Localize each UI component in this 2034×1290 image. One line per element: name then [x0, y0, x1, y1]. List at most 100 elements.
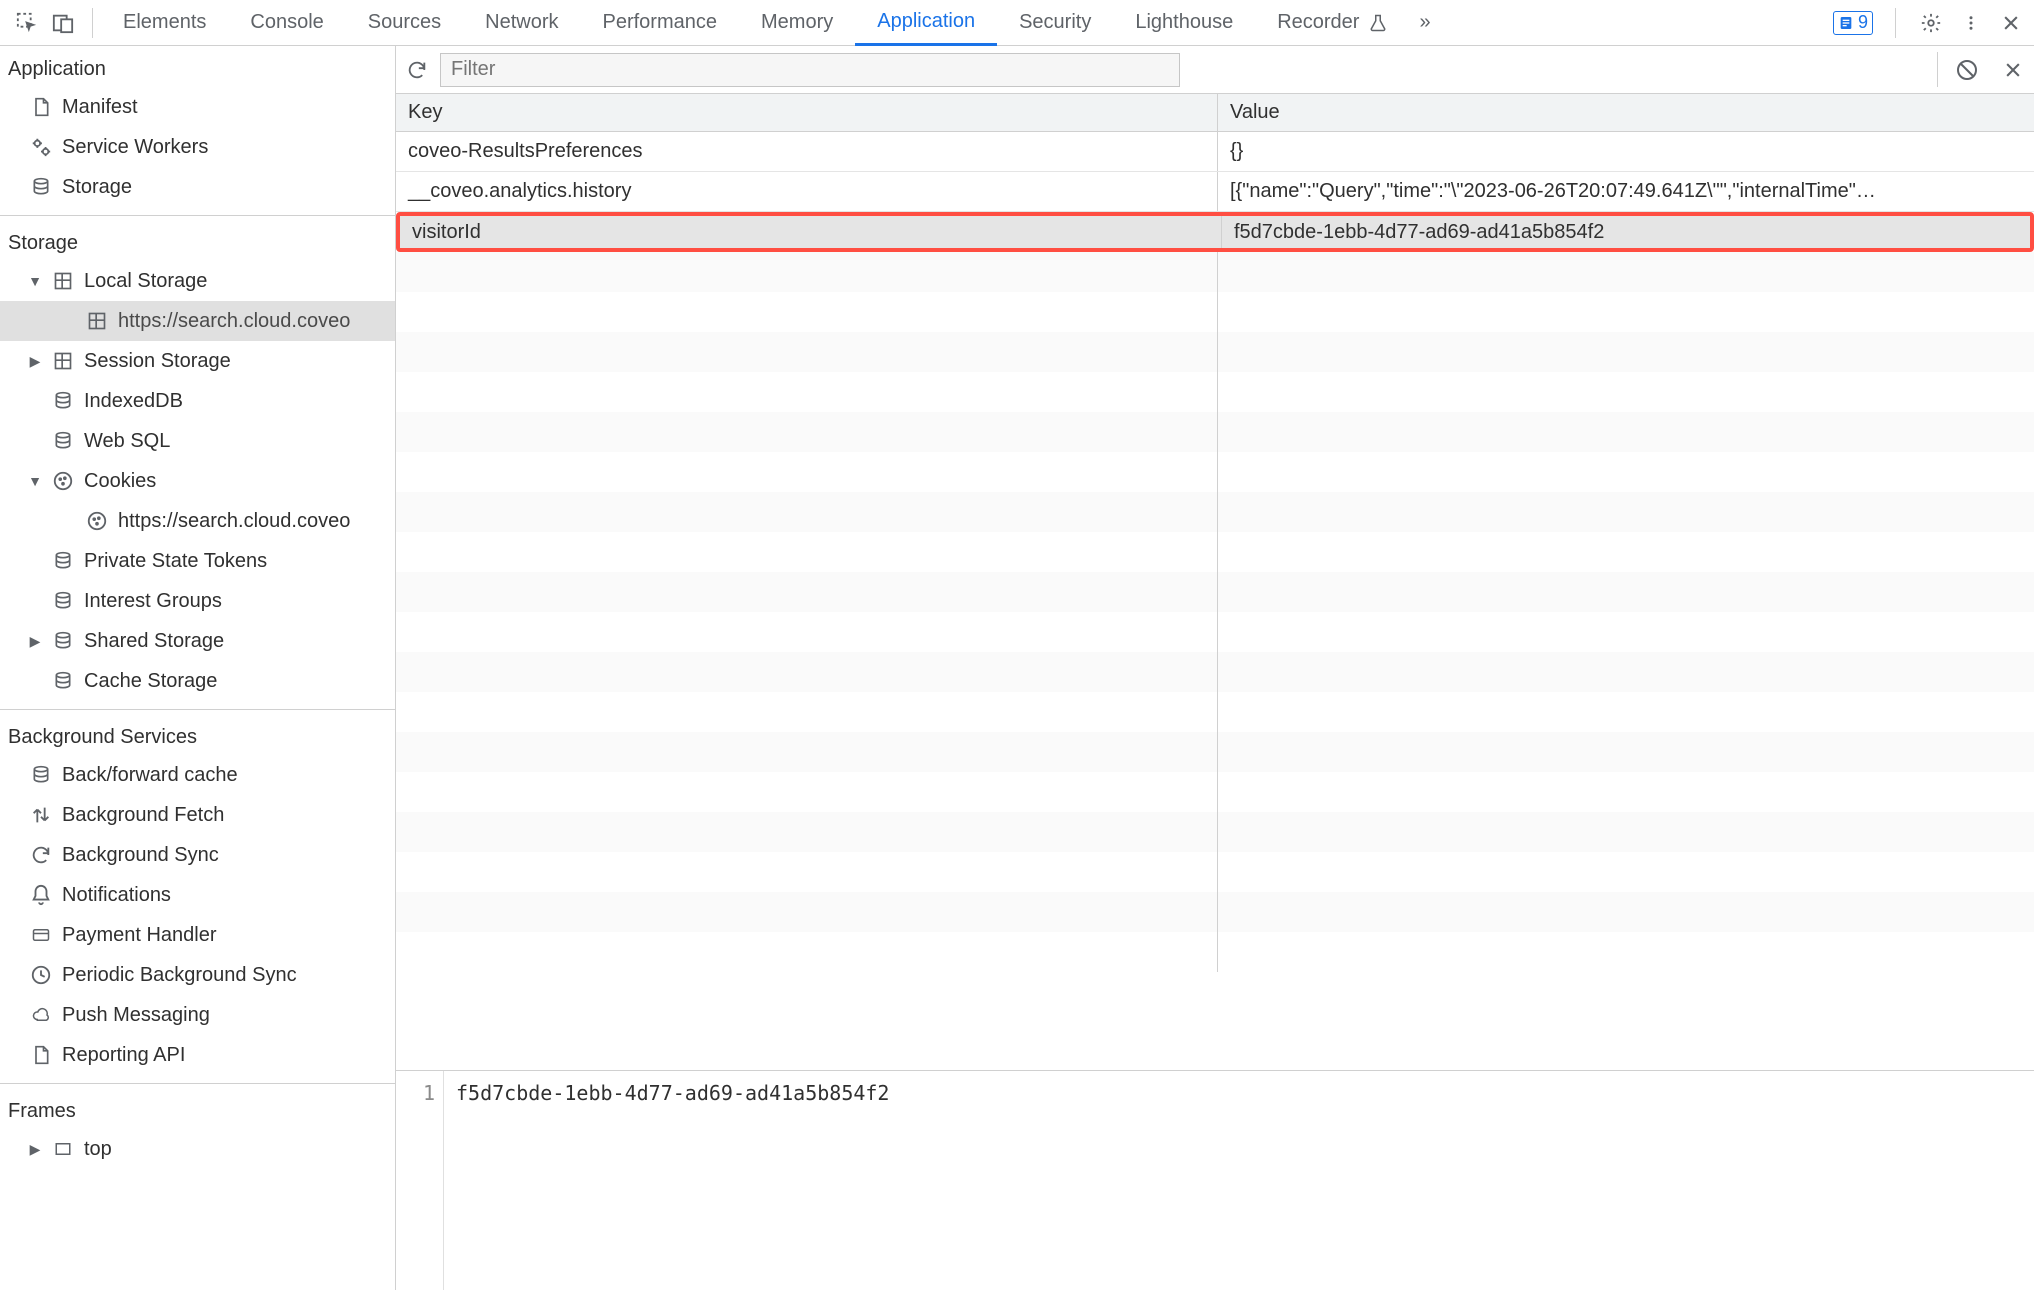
cell-key[interactable]: __coveo.analytics.history	[396, 172, 1218, 211]
document-icon	[28, 1042, 54, 1068]
cell-value[interactable]: f5d7cbde-1ebb-4d77-ad69-ad41a5b854f2	[1222, 216, 2030, 248]
arrows-updown-icon	[28, 802, 54, 828]
tab-lighthouse[interactable]: Lighthouse	[1113, 0, 1255, 45]
section-title-frames: Frames	[0, 1092, 395, 1129]
cell-value[interactable]: [{"name":"Query","time":"\"2023-06-26T20…	[1218, 172, 2034, 211]
tab-sources[interactable]: Sources	[346, 0, 463, 45]
value-preview-content[interactable]: f5d7cbde-1ebb-4d77-ad69-ad41a5b854f2	[444, 1071, 901, 1290]
tab-security[interactable]: Security	[997, 0, 1113, 45]
divider	[0, 1083, 395, 1084]
sidebar-item-push-messaging[interactable]: Push Messaging	[0, 995, 395, 1035]
cookie-icon	[84, 508, 110, 534]
chevron-right-icon[interactable]: ▶	[28, 353, 42, 370]
sidebar-item-indexeddb[interactable]: IndexedDB	[0, 381, 395, 421]
tab-recorder[interactable]: Recorder	[1255, 0, 1413, 45]
devtools-toolbar: Elements Console Sources Network Perform…	[0, 0, 2034, 46]
database-icon	[50, 428, 76, 454]
table-header: Key Value	[396, 94, 2034, 132]
close-icon[interactable]	[1998, 10, 2024, 36]
kebab-menu-icon[interactable]	[1958, 10, 1984, 36]
gear-icon[interactable]	[1918, 10, 1944, 36]
sidebar-item-cookies[interactable]: ▼ Cookies	[0, 461, 395, 501]
issues-badge[interactable]: 9	[1833, 11, 1873, 35]
tab-performance[interactable]: Performance	[581, 0, 740, 45]
more-tabs-icon[interactable]: »	[1413, 0, 1436, 45]
sidebar-item-notifications[interactable]: Notifications	[0, 875, 395, 915]
sidebar-item-reporting-api[interactable]: Reporting API	[0, 1035, 395, 1075]
database-icon	[50, 548, 76, 574]
table-row[interactable]: __coveo.analytics.history [{"name":"Quer…	[396, 172, 2034, 212]
refresh-icon[interactable]	[404, 57, 430, 83]
sidebar-item-session-storage[interactable]: ▶ Session Storage	[0, 341, 395, 381]
value-preview-panel: 1 f5d7cbde-1ebb-4d77-ad69-ad41a5b854f2	[396, 1070, 2034, 1290]
sidebar-item-payment-handler[interactable]: Payment Handler	[0, 915, 395, 955]
cookie-icon	[50, 468, 76, 494]
cell-key[interactable]: visitorId	[400, 216, 1222, 248]
table-row-selected[interactable]: visitorId f5d7cbde-1ebb-4d77-ad69-ad41a5…	[396, 212, 2034, 252]
storage-content-panel: Key Value coveo-ResultsPreferences {} __…	[396, 46, 2034, 1290]
sidebar-item-storage-summary[interactable]: Storage	[0, 167, 395, 207]
main-area: Application Manifest Service Workers Sto…	[0, 46, 2034, 1290]
section-title-application: Application	[0, 50, 395, 87]
database-icon	[50, 388, 76, 414]
cloud-icon	[28, 1002, 54, 1028]
sidebar-item-websql[interactable]: Web SQL	[0, 421, 395, 461]
tab-application[interactable]: Application	[855, 0, 997, 46]
sidebar-item-private-state-tokens[interactable]: Private State Tokens	[0, 541, 395, 581]
grid-icon	[50, 268, 76, 294]
sidebar-item-cookies-origin[interactable]: https://search.cloud.coveo	[0, 501, 395, 541]
database-icon	[50, 628, 76, 654]
tab-console[interactable]: Console	[228, 0, 345, 45]
separator	[92, 8, 93, 38]
tab-memory[interactable]: Memory	[739, 0, 855, 45]
clear-all-icon[interactable]	[1954, 57, 1980, 83]
grid-icon	[84, 308, 110, 334]
chevron-down-icon[interactable]: ▼	[28, 473, 42, 489]
sidebar-item-periodic-sync[interactable]: Periodic Background Sync	[0, 955, 395, 995]
delete-selected-icon[interactable]	[2000, 57, 2026, 83]
database-icon	[28, 762, 54, 788]
inspect-element-icon[interactable]	[14, 10, 40, 36]
chevron-down-icon[interactable]: ▼	[28, 273, 42, 289]
sidebar-item-interest-groups[interactable]: Interest Groups	[0, 581, 395, 621]
sidebar-item-background-fetch[interactable]: Background Fetch	[0, 795, 395, 835]
section-title-background-services: Background Services	[0, 718, 395, 755]
flask-icon	[1365, 10, 1391, 36]
section-title-storage: Storage	[0, 224, 395, 261]
sidebar-item-service-workers[interactable]: Service Workers	[0, 127, 395, 167]
filter-input[interactable]	[440, 53, 1180, 87]
sidebar-item-shared-storage[interactable]: ▶ Shared Storage	[0, 621, 395, 661]
gears-icon	[28, 134, 54, 160]
database-icon	[28, 174, 54, 200]
document-icon	[28, 94, 54, 120]
column-header-value[interactable]: Value	[1218, 94, 2034, 131]
database-icon	[50, 588, 76, 614]
sidebar-item-bfcache[interactable]: Back/forward cache	[0, 755, 395, 795]
tab-elements[interactable]: Elements	[101, 0, 228, 45]
sidebar-item-local-storage[interactable]: ▼ Local Storage	[0, 261, 395, 301]
sidebar-item-local-storage-origin[interactable]: https://search.cloud.coveo	[0, 301, 395, 341]
cell-key[interactable]: coveo-ResultsPreferences	[396, 132, 1218, 171]
sidebar-item-background-sync[interactable]: Background Sync	[0, 835, 395, 875]
bell-icon	[28, 882, 54, 908]
sidebar-item-frame-top[interactable]: ▶ top	[0, 1129, 395, 1169]
database-icon	[50, 668, 76, 694]
grid-icon	[50, 348, 76, 374]
device-toolbar-icon[interactable]	[50, 10, 76, 36]
empty-rows	[396, 252, 2034, 1070]
tab-network[interactable]: Network	[463, 0, 580, 45]
table-row[interactable]: coveo-ResultsPreferences {}	[396, 132, 2034, 172]
divider	[0, 215, 395, 216]
sidebar-item-manifest[interactable]: Manifest	[0, 87, 395, 127]
cell-value[interactable]: {}	[1218, 132, 2034, 171]
chevron-right-icon[interactable]: ▶	[28, 1141, 42, 1158]
card-icon	[28, 922, 54, 948]
chevron-right-icon[interactable]: ▶	[28, 633, 42, 650]
application-sidebar: Application Manifest Service Workers Sto…	[0, 46, 396, 1290]
divider	[0, 709, 395, 710]
content-toolbar	[396, 46, 2034, 94]
column-header-key[interactable]: Key	[396, 94, 1218, 131]
sidebar-item-cache-storage[interactable]: Cache Storage	[0, 661, 395, 701]
tab-strip: Elements Console Sources Network Perform…	[101, 0, 1437, 45]
frame-icon	[50, 1136, 76, 1162]
